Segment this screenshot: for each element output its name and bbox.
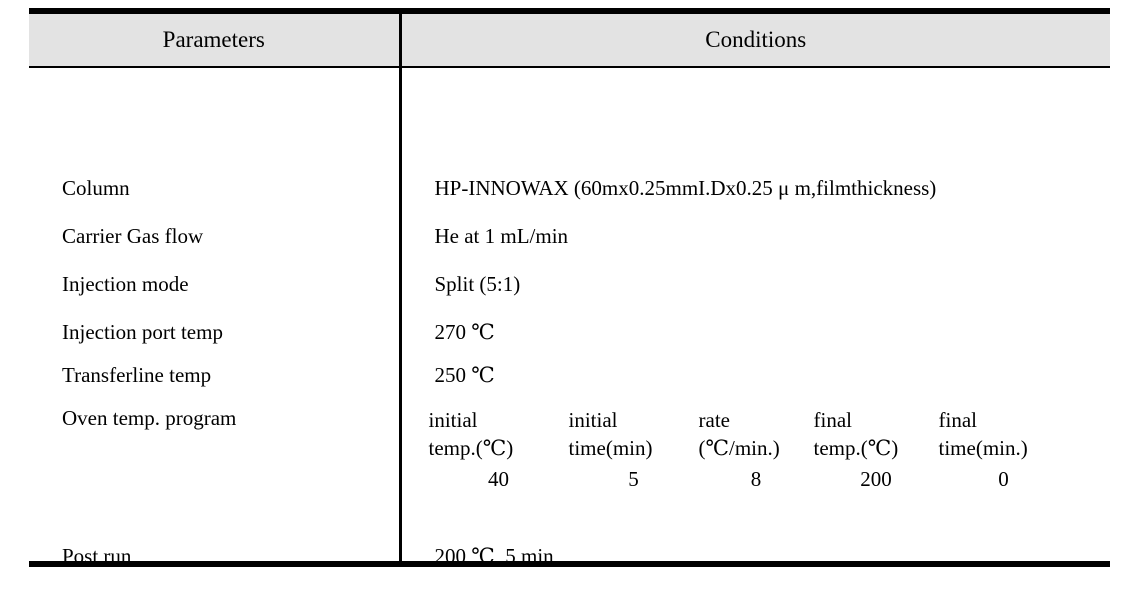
oven-header-line1: initial — [568, 408, 618, 432]
oven-value-initial-temp: 40 — [428, 462, 569, 494]
oven-header-line1: final — [938, 408, 977, 432]
oven-value-final-temp: 200 — [813, 462, 939, 494]
condition-value-injection-port-temp: 270 ℃ — [434, 320, 495, 344]
oven-program-subtable: initial temp.(℃) initial time(min) rate … — [428, 406, 1069, 494]
oven-column-final-time: final time(min.) — [938, 406, 1069, 463]
column-header-parameters: Parameters — [29, 14, 402, 68]
oven-header-line2: time(min) — [568, 436, 653, 461]
oven-header-line1: initial — [428, 408, 478, 432]
table-body: Column Carrier Gas flow Injection mode I… — [29, 67, 1111, 567]
oven-header-line2: (℃/min.) — [698, 436, 780, 461]
oven-column-initial-time: initial time(min) — [568, 406, 699, 463]
oven-header-line2: temp.(℃) — [813, 436, 899, 461]
conditions-table: Parameters Conditions Column Carrier Gas… — [29, 8, 1110, 567]
oven-value-final-time: 0 — [938, 462, 1069, 494]
condition-value-transferline-temp: 250 ℃ — [434, 363, 495, 387]
header-row: Parameters Conditions — [29, 14, 1110, 68]
parameters-column-cell: Column Carrier Gas flow Injection mode I… — [29, 67, 402, 567]
oven-header-line1: rate — [698, 408, 730, 432]
condition-value-carrier-gas-flow: He at 1 mL/min — [434, 224, 569, 248]
parameter-label-post-run: Post run — [62, 544, 132, 568]
oven-program-table: initial temp.(℃) initial time(min) rate … — [428, 406, 1069, 494]
condition-value-column: HP-INNOWAX (60mx0.25mmI.Dx0.25 μ m,filmt… — [434, 176, 937, 200]
parameter-label-carrier-gas-flow: Carrier Gas flow — [62, 224, 204, 248]
conditions-column-cell: HP-INNOWAX (60mx0.25mmI.Dx0.25 μ m,filmt… — [400, 67, 1111, 567]
column-header-conditions: Conditions — [400, 14, 1110, 68]
conditions-list: HP-INNOWAX (60mx0.25mmI.Dx0.25 μ m,filmt… — [402, 68, 1111, 567]
parameters-list: Column Carrier Gas flow Injection mode I… — [29, 68, 399, 567]
oven-header-line2: temp.(℃) — [428, 436, 514, 461]
oven-program-header-row: initial temp.(℃) initial time(min) rate … — [428, 406, 1069, 463]
condition-value-post-run: 200 ℃, 5 min — [434, 544, 554, 568]
parameter-label-column: Column — [62, 176, 130, 200]
oven-program-values-row: 40 5 8 200 0 — [428, 462, 1069, 494]
oven-value-initial-time: 5 — [568, 462, 699, 494]
table-body-row: Column Carrier Gas flow Injection mode I… — [29, 67, 1111, 567]
oven-header-line2: time(min.) — [938, 436, 1028, 461]
parameter-label-transferline-temp: Transferline temp — [62, 363, 212, 387]
parameter-label-injection-mode: Injection mode — [62, 272, 189, 296]
table-header: Parameters Conditions — [29, 14, 1110, 68]
parameter-label-injection-port-temp: Injection port temp — [62, 320, 223, 344]
oven-header-line1: final — [813, 408, 852, 432]
page-root: Parameters Conditions Column Carrier Gas… — [0, 0, 1124, 590]
table-bottom-rule — [29, 561, 1110, 567]
oven-value-rate: 8 — [698, 462, 814, 494]
gc-conditions-table: Parameters Conditions Column Carrier Gas… — [29, 14, 1111, 567]
condition-value-injection-mode: Split (5:1) — [434, 272, 521, 296]
oven-column-rate: rate (℃/min.) — [698, 406, 814, 463]
parameter-label-oven-temp-program: Oven temp. program — [62, 406, 237, 430]
oven-column-final-temp: final temp.(℃) — [813, 406, 939, 463]
oven-column-initial-temp: initial temp.(℃) — [428, 406, 569, 463]
